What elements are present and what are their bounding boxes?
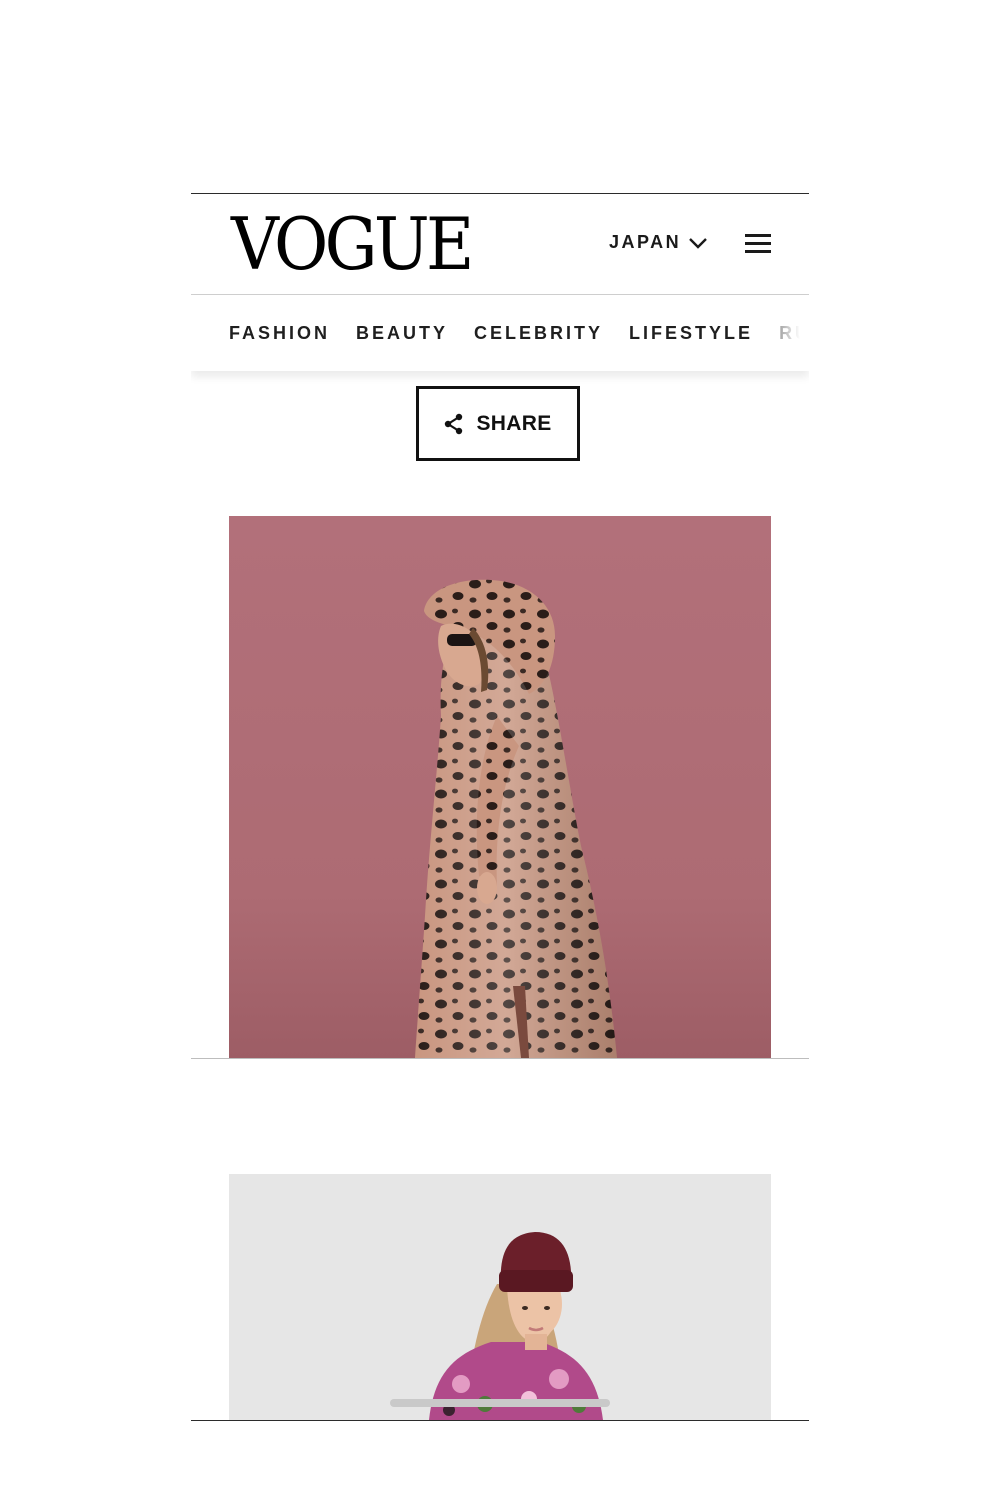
nav-item-lifestyle[interactable]: LIFESTYLE <box>629 323 753 344</box>
share-icon <box>445 413 463 434</box>
nav-item-fashion[interactable]: FASHION <box>229 323 330 344</box>
gallery-image-beanie-model[interactable] <box>229 1174 771 1420</box>
category-nav: FASHION BEAUTY CELEBRITY LIFESTYLE RU <box>191 295 809 371</box>
share-button[interactable]: SHARE <box>416 386 580 461</box>
nav-item-beauty[interactable]: BEAUTY <box>356 323 448 344</box>
hamburger-menu-icon[interactable] <box>745 234 771 254</box>
edition-selector[interactable]: JAPAN <box>609 232 708 253</box>
edition-label: JAPAN <box>609 232 682 252</box>
beanie-model-illustration <box>429 1232 603 1420</box>
chevron-down-icon <box>689 237 708 249</box>
gallery-image-leopard-poncho[interactable] <box>229 516 771 1058</box>
gallery-divider <box>191 1058 809 1059</box>
vogue-logo[interactable]: VOGUE <box>231 206 474 282</box>
nav-fade-overlay <box>749 295 809 371</box>
leopard-poncho-illustration <box>415 579 617 1058</box>
share-label: SHARE <box>476 411 552 435</box>
site-header: VOGUE JAPAN <box>191 194 809 295</box>
home-indicator[interactable] <box>390 1399 610 1407</box>
phone-screen: VOGUE JAPAN FASHION BEAUTY CELEBRITY LIF… <box>191 193 809 1421</box>
nav-item-celebrity[interactable]: CELEBRITY <box>474 323 603 344</box>
